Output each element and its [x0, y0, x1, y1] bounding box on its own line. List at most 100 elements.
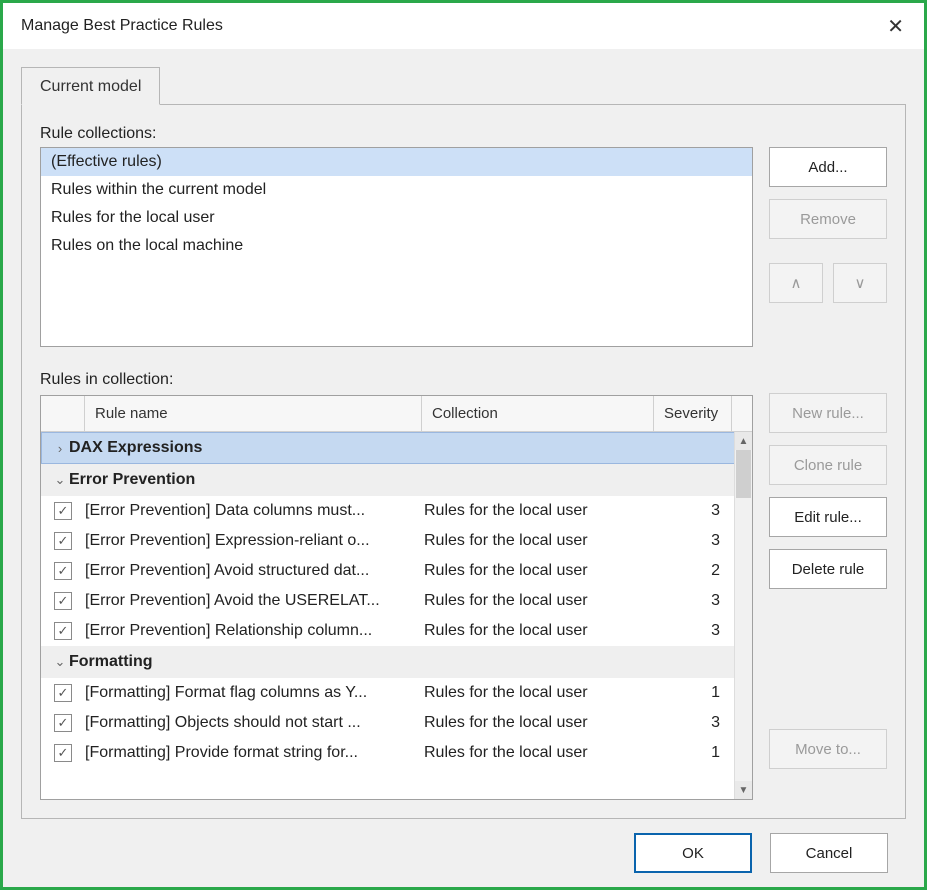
move-up-button: ∧ — [769, 263, 823, 303]
rule-severity-cell: 1 — [656, 684, 734, 702]
titlebar: Manage Best Practice Rules ✕ — [3, 3, 924, 49]
checkbox-cell[interactable]: ✓ — [41, 562, 85, 580]
window-title: Manage Best Practice Rules — [21, 17, 223, 35]
scroll-up-icon[interactable]: ▲ — [735, 432, 752, 450]
checkbox-icon[interactable]: ✓ — [54, 532, 72, 550]
rules-side-buttons: New rule... Clone rule Edit rule... Dele… — [769, 393, 887, 800]
checkbox-icon[interactable]: ✓ — [54, 622, 72, 640]
table-row[interactable]: ✓ [Error Prevention] Avoid the USERELAT..… — [41, 586, 752, 616]
new-rule-button: New rule... — [769, 393, 887, 433]
rule-name-cell: [Error Prevention] Expression-reliant o.… — [85, 532, 424, 550]
ok-button[interactable]: OK — [634, 833, 752, 873]
chevron-down-icon[interactable]: ⌄ — [51, 472, 69, 488]
remove-button: Remove — [769, 199, 887, 239]
rule-name-cell: [Error Prevention] Avoid structured dat.… — [85, 562, 424, 580]
checkbox-cell[interactable]: ✓ — [41, 714, 85, 732]
collections-list[interactable]: (Effective rules) Rules within the curre… — [40, 147, 753, 347]
checkbox-icon[interactable]: ✓ — [54, 684, 72, 702]
column-header-collection[interactable]: Collection — [422, 396, 654, 432]
collection-item[interactable]: Rules on the local machine — [41, 232, 752, 260]
rule-collection-cell: Rules for the local user — [424, 622, 656, 640]
collection-item[interactable]: (Effective rules) — [41, 148, 752, 176]
group-row[interactable]: ›DAX Expressions — [41, 432, 752, 464]
checkbox-icon[interactable]: ✓ — [54, 502, 72, 520]
rule-collection-cell: Rules for the local user — [424, 562, 656, 580]
table-header: Rule name Collection Severity — [41, 396, 752, 432]
collections-label: Rule collections: — [40, 125, 887, 143]
table-row[interactable]: ✓ [Error Prevention] Relationship column.… — [41, 616, 752, 646]
tab-current-model[interactable]: Current model — [21, 67, 160, 105]
table-row[interactable]: ✓ [Error Prevention] Data columns must...… — [41, 496, 752, 526]
checkbox-cell[interactable]: ✓ — [41, 684, 85, 702]
tab-panel: Rule collections: (Effective rules) Rule… — [21, 104, 906, 819]
chevron-right-icon[interactable]: › — [51, 441, 69, 456]
checkbox-cell[interactable]: ✓ — [41, 592, 85, 610]
rule-severity-cell: 3 — [656, 622, 734, 640]
rule-name-cell: [Formatting] Provide format string for..… — [85, 744, 424, 762]
collections-side-buttons: Add... Remove ∧ ∨ — [769, 147, 887, 303]
checkbox-icon[interactable]: ✓ — [54, 592, 72, 610]
rules-label: Rules in collection: — [40, 371, 887, 389]
rule-name-cell: [Formatting] Format flag columns as Y... — [85, 684, 424, 702]
collection-item[interactable]: Rules for the local user — [41, 204, 752, 232]
clone-rule-button: Clone rule — [769, 445, 887, 485]
rule-severity-cell: 3 — [656, 592, 734, 610]
rule-collection-cell: Rules for the local user — [424, 502, 656, 520]
vertical-scrollbar[interactable]: ▲ ▼ — [734, 432, 752, 799]
rule-collection-cell: Rules for the local user — [424, 744, 656, 762]
column-header-severity[interactable]: Severity — [654, 396, 732, 432]
table-row[interactable]: ✓ [Formatting] Objects should not start .… — [41, 708, 752, 738]
column-header-scroll — [732, 396, 752, 432]
column-header-name[interactable]: Rule name — [85, 396, 422, 432]
group-name: DAX Expressions — [69, 439, 202, 457]
client-area: Current model Rule collections: (Effecti… — [3, 49, 924, 887]
table-row[interactable]: ✓ [Formatting] Format flag columns as Y..… — [41, 678, 752, 708]
checkbox-icon[interactable]: ✓ — [54, 744, 72, 762]
tab-strip: Current model — [21, 67, 906, 105]
group-row[interactable]: ⌄Formatting — [41, 646, 752, 678]
rule-severity-cell: 2 — [656, 562, 734, 580]
checkbox-icon[interactable]: ✓ — [54, 562, 72, 580]
checkbox-cell[interactable]: ✓ — [41, 622, 85, 640]
collections-row: (Effective rules) Rules within the curre… — [40, 147, 887, 347]
checkbox-cell[interactable]: ✓ — [41, 744, 85, 762]
dialog-window: Manage Best Practice Rules ✕ Current mod… — [0, 0, 927, 890]
group-name: Error Prevention — [69, 471, 195, 489]
reorder-buttons: ∧ ∨ — [769, 263, 887, 303]
scroll-down-icon[interactable]: ▼ — [735, 781, 752, 799]
rules-table: Rule name Collection Severity ›DAX Expre… — [40, 395, 753, 800]
rule-collection-cell: Rules for the local user — [424, 714, 656, 732]
group-row[interactable]: ⌄Error Prevention — [41, 464, 752, 496]
rule-name-cell: [Error Prevention] Relationship column..… — [85, 622, 424, 640]
collection-item[interactable]: Rules within the current model — [41, 176, 752, 204]
table-body: ›DAX Expressions⌄Error Prevention✓[Error… — [41, 432, 752, 799]
add-button[interactable]: Add... — [769, 147, 887, 187]
rule-collection-cell: Rules for the local user — [424, 532, 656, 550]
rule-severity-cell: 1 — [656, 744, 734, 762]
checkbox-cell[interactable]: ✓ — [41, 532, 85, 550]
rule-name-cell: [Formatting] Objects should not start ..… — [85, 714, 424, 732]
rule-name-cell: [Error Prevention] Data columns must... — [85, 502, 424, 520]
dialog-footer: OK Cancel — [21, 819, 906, 887]
table-row[interactable]: ✓ [Error Prevention] Avoid structured dat… — [41, 556, 752, 586]
checkbox-cell[interactable]: ✓ — [41, 502, 85, 520]
delete-rule-button[interactable]: Delete rule — [769, 549, 887, 589]
scroll-track[interactable] — [735, 450, 752, 781]
group-name: Formatting — [69, 653, 153, 671]
rule-severity-cell: 3 — [656, 532, 734, 550]
move-down-button: ∨ — [833, 263, 887, 303]
scroll-thumb[interactable] — [736, 450, 751, 498]
close-icon[interactable]: ✕ — [877, 10, 914, 43]
chevron-down-icon[interactable]: ⌄ — [51, 654, 69, 670]
rule-severity-cell: 3 — [656, 502, 734, 520]
cancel-button[interactable]: Cancel — [770, 833, 888, 873]
column-header-check[interactable] — [41, 396, 85, 432]
move-to-button: Move to... — [769, 729, 887, 769]
table-row[interactable]: ✓ [Error Prevention] Expression-reliant o… — [41, 526, 752, 556]
table-row[interactable]: ✓ [Formatting] Provide format string for.… — [41, 738, 752, 768]
edit-rule-button[interactable]: Edit rule... — [769, 497, 887, 537]
rule-collection-cell: Rules for the local user — [424, 592, 656, 610]
rule-collection-cell: Rules for the local user — [424, 684, 656, 702]
checkbox-icon[interactable]: ✓ — [54, 714, 72, 732]
rule-name-cell: [Error Prevention] Avoid the USERELAT... — [85, 592, 424, 610]
